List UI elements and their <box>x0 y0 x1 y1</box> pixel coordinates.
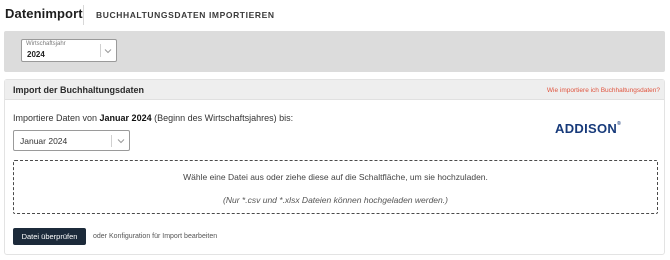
import-card: Import der Buchhaltungsdaten Wie importi… <box>4 79 665 255</box>
card-header: Import der Buchhaltungsdaten Wie importi… <box>5 80 664 100</box>
select-separator <box>100 44 101 57</box>
import-suffix: (Beginn des Wirtschaftsjahres) bis: <box>151 113 294 123</box>
page-title: BUCHHALTUNGSDATEN IMPORTIEREN <box>96 10 275 20</box>
dropzone-hint: (Nur *.csv und *.xlsx Dateien können hoc… <box>223 195 448 205</box>
chevron-down-icon <box>117 139 125 144</box>
import-prefix: Importiere Daten von <box>13 113 100 123</box>
chevron-down-icon <box>104 49 112 54</box>
import-start-month: Januar 2024 <box>99 113 152 123</box>
edit-import-config-link[interactable]: oder Konfiguration für Import bearbeiten <box>93 233 217 240</box>
app-title: Datenimport <box>5 6 83 21</box>
select-separator <box>111 135 112 147</box>
fiscal-year-value: 2024 <box>27 50 45 59</box>
file-dropzone[interactable]: Wähle eine Datei aus oder ziehe diese au… <box>13 160 658 214</box>
help-link[interactable]: Wie importiere ich Buchhaltungsdaten? <box>547 87 660 94</box>
fiscal-year-label: Wirtschaftsjahr <box>26 41 66 47</box>
dropzone-text: Wähle eine Datei aus oder ziehe diese au… <box>183 172 488 182</box>
brand-logo-text: ADDISON <box>555 121 618 136</box>
header-divider <box>83 5 84 25</box>
filter-bar: Wirtschaftsjahr 2024 <box>4 31 665 72</box>
top-bar: Datenimport BUCHHALTUNGSDATEN IMPORTIERE… <box>0 0 670 30</box>
fiscal-year-select[interactable]: Wirtschaftsjahr 2024 <box>21 39 117 62</box>
end-month-value: Januar 2024 <box>20 136 68 146</box>
end-month-select[interactable]: Januar 2024 <box>13 130 130 151</box>
registered-mark: ® <box>617 120 622 127</box>
addison-logo: ADDISON® <box>555 121 621 136</box>
check-file-button[interactable]: Datei überprüfen <box>13 228 86 245</box>
card-title: Import der Buchhaltungsdaten <box>13 85 145 95</box>
import-range-text: Importiere Daten von Januar 2024 (Beginn… <box>13 113 293 123</box>
